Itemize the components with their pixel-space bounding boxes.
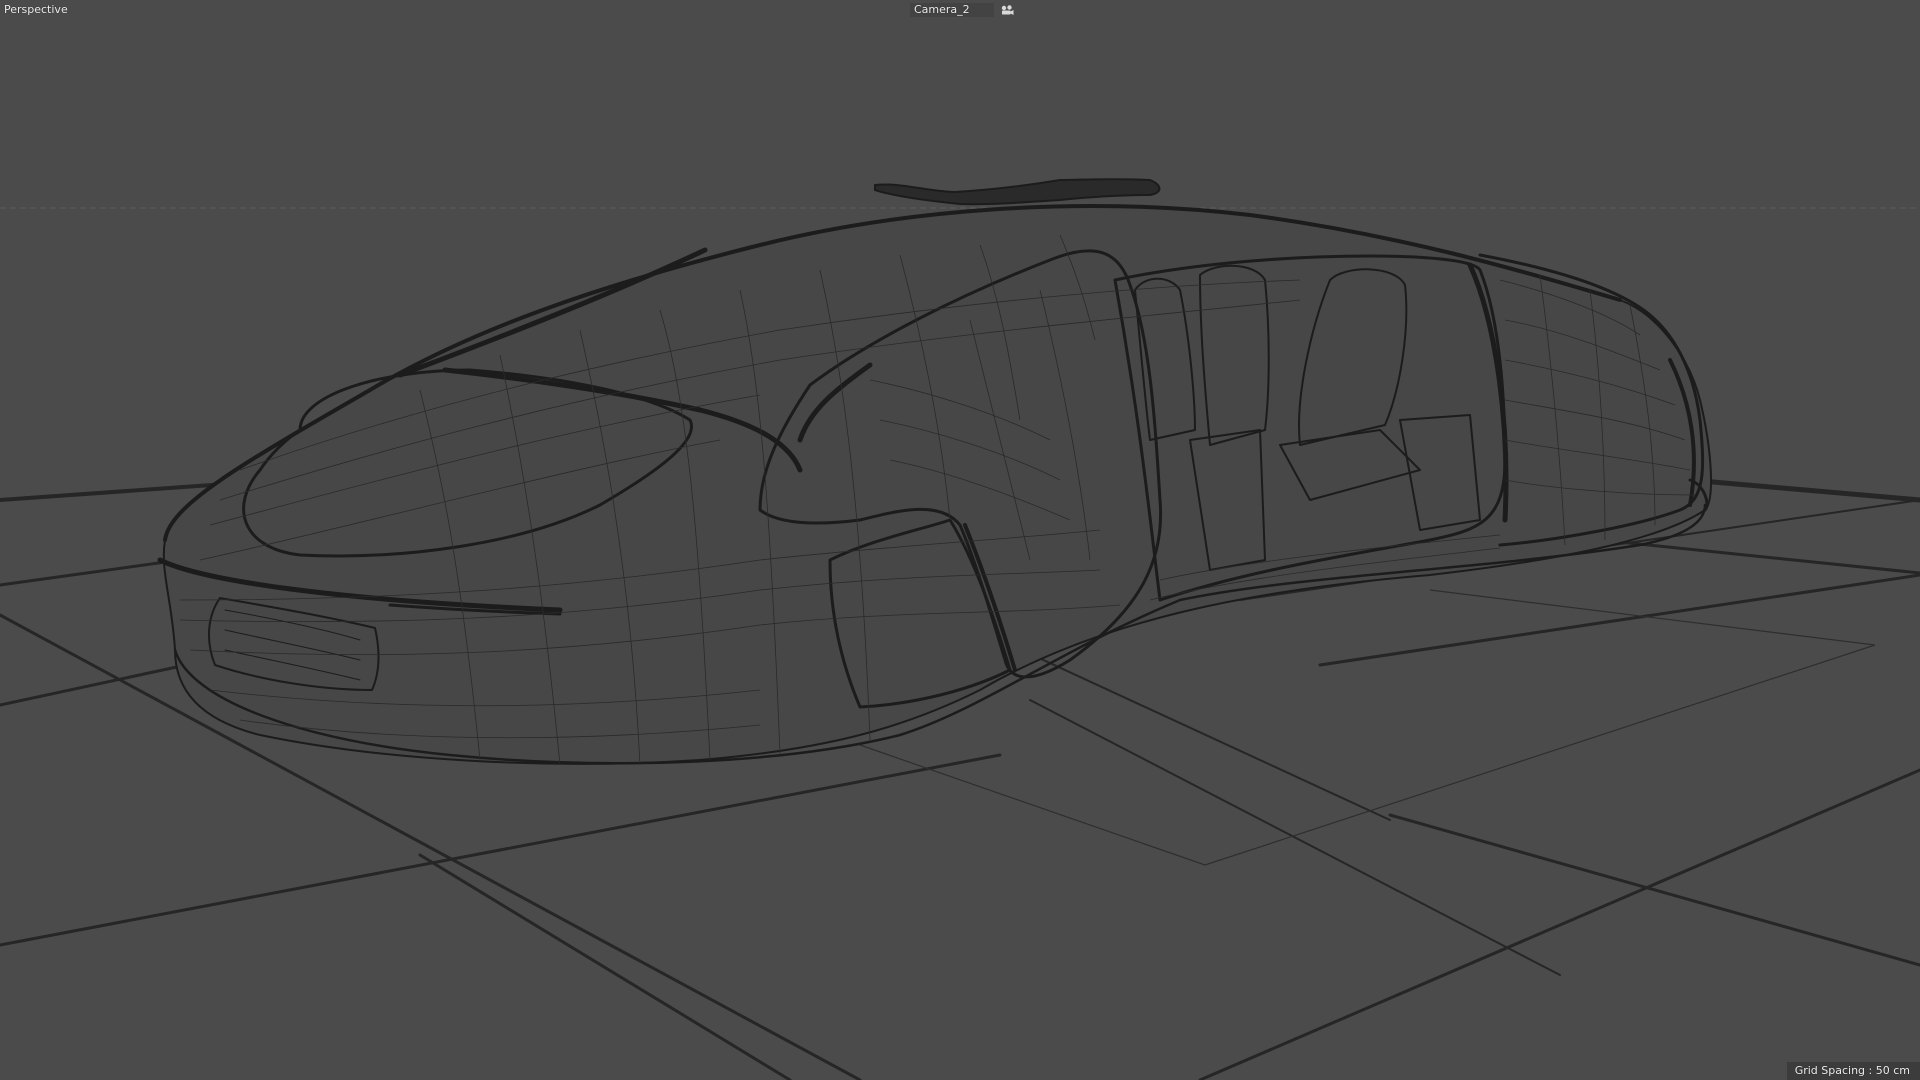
camera-selector[interactable]: Camera_2 <box>910 3 1014 17</box>
camera-target-icon[interactable] <box>1000 4 1014 16</box>
view-name-label[interactable]: Perspective <box>4 3 68 17</box>
3d-viewport[interactable]: Perspective Camera_2 Grid Spacing : 50 c… <box>0 0 1920 1080</box>
camera-name-label[interactable]: Camera_2 <box>910 3 994 17</box>
viewport-scene[interactable] <box>0 0 1920 1080</box>
grid-spacing-readout: Grid Spacing : 50 cm <box>1786 1062 1920 1080</box>
